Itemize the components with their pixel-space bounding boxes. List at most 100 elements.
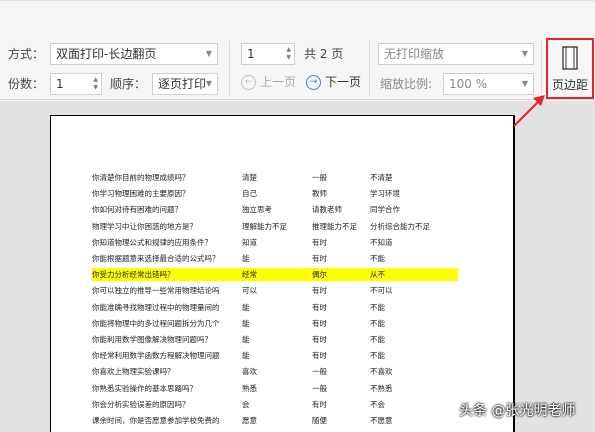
option-cell: 不能	[370, 254, 385, 263]
print-order-value: 逐页打印	[158, 77, 207, 91]
page-margin-icon	[562, 46, 578, 70]
option-cell: 知道	[242, 237, 257, 247]
question-cell: 你如何对待有困难的问题？	[92, 205, 182, 215]
option-cell: 会	[242, 399, 250, 409]
option-cell: 不愿意	[370, 416, 393, 425]
question-cell: 你能利用数学图像解决物理问题吗？	[92, 335, 212, 344]
zoom-mode-select[interactable]: 无打印缩放 ▼	[378, 43, 534, 65]
question-cell: 你学习物理困难的主要原因？	[92, 189, 190, 199]
option-cell: 同学合作	[370, 205, 400, 215]
option-cell: 不能	[370, 302, 385, 312]
option-cell: 偶尔	[312, 270, 327, 280]
prev-page-button[interactable]: ← 上一页	[241, 73, 296, 91]
print-order-select[interactable]: 逐页打印 ▼	[152, 73, 218, 95]
chevron-down-icon: ▼	[205, 79, 212, 88]
option-cell: 有时	[312, 351, 327, 361]
page-number-value: 1	[247, 47, 255, 61]
option-cell: 独立思考	[242, 205, 272, 215]
option-cell: 理解能力不足	[242, 221, 287, 231]
increment-icon[interactable]: ▲	[286, 46, 291, 54]
option-cell: 可以	[242, 286, 257, 296]
question-cell: 你能根据题意来选择最合适的公式吗？	[92, 254, 220, 263]
option-cell: 请教老师	[312, 205, 342, 215]
question-cell: 你清楚你目前的物理成绩吗？	[92, 173, 190, 182]
page-margin-label: 页边距	[551, 78, 588, 92]
zoom-ratio-label: 缩放比例:	[380, 77, 433, 91]
chevron-down-icon: ▼	[205, 49, 212, 58]
zoom-ratio-select[interactable]: 100 % ▼	[443, 73, 534, 95]
option-cell: 一般	[312, 173, 327, 182]
option-cell: 一般	[312, 367, 327, 377]
option-cell: 有时	[312, 399, 327, 409]
option-cell: 能	[242, 335, 250, 344]
page-number-stepper[interactable]: 1 ▲ ▼	[241, 43, 295, 65]
option-cell: 一般	[312, 383, 327, 393]
option-cell: 随便	[312, 416, 327, 425]
question-cell: 你经常利用数学函数方程解决物理问题	[92, 351, 220, 361]
zoom-ratio-value: 100 %	[449, 77, 488, 91]
print-toolbar: 方式： 双面打印-长边翻页 ▼ 份数： 1 ▲ ▼ 顺序： 逐页打印 ▼ 1 ▲…	[0, 0, 595, 100]
decrement-icon[interactable]: ▼	[93, 84, 98, 92]
question-cell: 你知道物理公式和规律的应用条件？	[92, 237, 212, 247]
option-cell: 不能	[370, 335, 385, 344]
option-cell: 不熟悉	[370, 383, 393, 393]
option-cell: 不清楚	[370, 173, 393, 182]
option-cell: 熟悉	[242, 383, 257, 393]
mode-label: 方式：	[8, 47, 45, 61]
next-page-label: 下一页	[325, 75, 362, 89]
prev-page-label: 上一页	[260, 75, 297, 89]
question-cell: 课余时间，你是否愿意参加学校免费的	[92, 416, 220, 425]
highlighted-table-row: 你受力分析经常出错吗？ 经常 偶尔 从不	[92, 268, 458, 282]
page-margin-button[interactable]: 页边距	[546, 38, 594, 99]
increment-icon[interactable]: ▲	[93, 76, 98, 84]
arrow-right-icon: →	[306, 74, 321, 90]
print-mode-select[interactable]: 双面打印-长边翻页 ▼	[50, 43, 218, 65]
divider	[541, 41, 542, 96]
question-cell: 你喜欢上物理实验课吗？	[92, 367, 175, 377]
divider	[369, 41, 370, 96]
question-cell: 你受力分析经常出错吗？	[92, 270, 175, 280]
chevron-down-icon: ▼	[521, 79, 528, 88]
option-cell: 不可以	[370, 286, 393, 296]
arrow-left-icon: ←	[241, 74, 256, 90]
print-mode-value: 双面打印-长边翻页	[56, 47, 157, 61]
zoom-mode-value: 无打印缩放	[384, 47, 445, 61]
next-page-button[interactable]: → 下一页	[306, 73, 361, 91]
question-cell: 你能将物理中的多过程问题拆分为几个	[92, 318, 220, 328]
copies-stepper[interactable]: 1 ▲ ▼	[50, 73, 102, 95]
option-cell: 不知道	[370, 237, 393, 247]
question-cell: 你熟悉实验操作的基本思路吗？	[92, 383, 197, 393]
question-cell: 物理学习中让你困惑的地方是？	[92, 221, 197, 231]
option-cell: 有时	[312, 318, 327, 328]
option-cell: 不喜欢	[370, 367, 393, 377]
chevron-down-icon: ▼	[521, 49, 528, 58]
option-cell: 有时	[312, 335, 327, 344]
option-cell: 自己	[242, 189, 257, 199]
option-cell: 推理能力不足	[312, 221, 357, 231]
option-cell: 经常	[242, 270, 257, 280]
option-cell: 能	[242, 318, 250, 328]
option-cell: 不会	[370, 399, 385, 409]
option-cell: 不能	[370, 351, 385, 361]
option-cell: 能	[242, 351, 250, 361]
option-cell: 有时	[312, 302, 327, 312]
option-cell: 学习环境	[370, 189, 400, 199]
copies-label: 份数：	[8, 77, 45, 91]
option-cell: 有时	[312, 237, 327, 247]
order-label: 顺序：	[110, 77, 147, 91]
option-cell: 不能	[370, 318, 385, 328]
option-cell: 教师	[312, 189, 327, 199]
decrement-icon[interactable]: ▼	[286, 54, 291, 62]
option-cell: 愿意	[242, 416, 257, 425]
question-cell: 你可以独立的推导一些常用物理结论吗	[92, 286, 220, 296]
preview-page: 你清楚你目前的物理成绩吗？ 清楚 一般 不清楚 你学习物理困难的主要原因？ 自己 教师 学习环…	[50, 115, 515, 432]
option-cell: 能	[242, 302, 250, 312]
option-cell: 有时	[312, 286, 327, 296]
watermark: 头条 @张光明老师	[459, 403, 576, 419]
question-cell: 你会分析实验误差的原因吗？	[92, 399, 190, 409]
option-cell: 有时	[312, 254, 327, 263]
option-cell: 分析综合能力不足	[370, 221, 430, 231]
divider	[229, 41, 230, 96]
option-cell: 喜欢	[242, 367, 257, 377]
page-total: 共 2 页	[304, 47, 344, 61]
